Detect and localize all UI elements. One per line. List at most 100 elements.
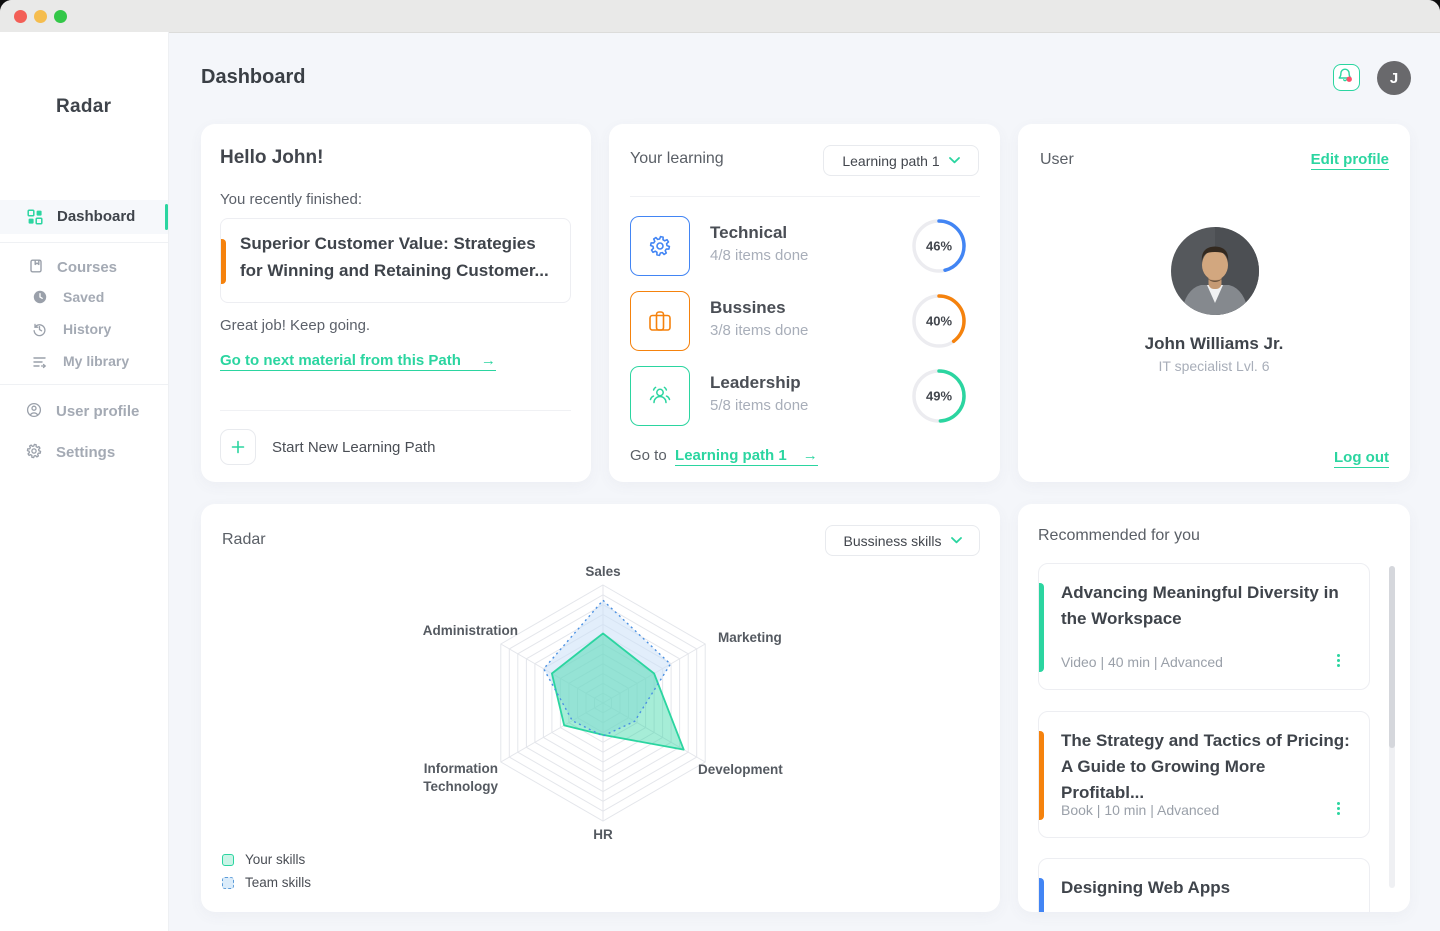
- recommended-item[interactable]: Advancing Meaningful Diversity in the Wo…: [1038, 563, 1370, 690]
- edit-profile-link[interactable]: Edit profile: [1311, 151, 1389, 170]
- avatar[interactable]: J: [1377, 61, 1411, 95]
- sidebar-item-label: User profile: [56, 403, 139, 420]
- recommended-item[interactable]: Designing Web Apps: [1038, 858, 1370, 912]
- sidebar-item-saved[interactable]: Saved: [0, 284, 168, 318]
- svg-text:Sales: Sales: [585, 564, 620, 579]
- recommended-item-title: The Strategy and Tactics of Pricing: A G…: [1061, 728, 1353, 806]
- encouragement-text: Great job! Keep going.: [220, 317, 370, 334]
- sidebar-item-label: Saved: [63, 289, 104, 305]
- recent-course-title: Superior Customer Value: Strategies for …: [240, 230, 552, 284]
- sidebar-item-label: Courses: [57, 259, 117, 276]
- goto-path-link[interactable]: Learning path 1 →: [675, 447, 818, 466]
- sidebar-divider: [0, 384, 168, 385]
- recommended-card-title: Recommended for you: [1038, 527, 1200, 545]
- technical-icon-box: [630, 216, 690, 276]
- notification-badge: [1347, 77, 1352, 82]
- item-accent-bar: [1039, 583, 1044, 672]
- next-material-link-row: Go to next material from this Path→: [220, 352, 496, 369]
- learning-path-dropdown[interactable]: Learning path 1: [823, 145, 979, 176]
- people-icon: [641, 377, 679, 415]
- clock-icon: [33, 290, 47, 304]
- sidebar-item-my-library[interactable]: My library: [0, 348, 168, 382]
- item-menu-button[interactable]: [1333, 800, 1343, 818]
- grid-icon: [27, 209, 43, 225]
- plus-icon: [231, 440, 245, 454]
- next-material-link[interactable]: Go to next material from this Path→: [220, 352, 496, 371]
- svg-text:HR: HR: [593, 827, 613, 842]
- recommended-item-title: Advancing Meaningful Diversity in the Wo…: [1061, 580, 1353, 632]
- book-icon: [28, 258, 44, 274]
- greeting-subtitle: You recently finished:: [220, 191, 362, 208]
- scrollbar-thumb[interactable]: [1389, 566, 1395, 748]
- sidebar-item-history[interactable]: History: [0, 316, 168, 350]
- recommended-card: Recommended for you Advancing Meaningful…: [1018, 504, 1410, 912]
- progress-ring: 49%: [911, 368, 967, 424]
- radar-card: Radar Bussiness skills Sales Marketing Dev…: [201, 504, 1000, 912]
- recent-course-card[interactable]: Superior Customer Value: Strategies for …: [220, 218, 571, 303]
- card-divider: [220, 410, 571, 411]
- chart-legend: Your skills Team skills: [222, 852, 311, 898]
- svg-text:Administration: Administration: [423, 623, 518, 638]
- svg-text:46%: 46%: [926, 239, 952, 254]
- sidebar: Radar Dashboard Courses: [0, 32, 169, 931]
- recommended-item-meta: Video | 40 min | Advanced: [1061, 654, 1223, 670]
- learning-item-technical[interactable]: Technical 4/8 items done 46%: [630, 216, 979, 276]
- leadership-icon-box: [630, 366, 690, 426]
- your-skills-swatch: [222, 854, 234, 866]
- start-new-path-label: Start New Learning Path: [272, 439, 435, 456]
- progress-ring: 40%: [911, 293, 967, 349]
- sidebar-item-user-profile[interactable]: User profile: [0, 396, 168, 430]
- learning-item-progress: 4/8 items done: [710, 247, 808, 264]
- learning-item-progress: 5/8 items done: [710, 397, 808, 414]
- sidebar-item-label: My library: [63, 353, 129, 369]
- learning-item-bussines[interactable]: Bussines 3/8 items done 40%: [630, 291, 979, 351]
- gear-icon: [641, 227, 679, 265]
- svg-text:Development: Development: [698, 762, 783, 777]
- learning-path-dropdown-value: Learning path 1: [842, 153, 939, 169]
- user-card-title: User: [1040, 151, 1074, 169]
- notifications-button[interactable]: [1333, 64, 1360, 91]
- svg-text:49%: 49%: [926, 389, 952, 404]
- gear-icon: [26, 443, 42, 459]
- greeting-title: Hello John!: [220, 147, 323, 169]
- sidebar-item-courses[interactable]: Courses: [0, 252, 168, 286]
- recommended-item-meta: Book | 10 min | Advanced: [1061, 802, 1219, 818]
- user-icon: [26, 402, 42, 418]
- sidebar-item-settings[interactable]: Settings: [0, 437, 168, 471]
- svg-text:InformationTechnology: InformationTechnology: [423, 761, 498, 794]
- app-logo: Radar: [56, 96, 111, 118]
- close-window-button[interactable]: [14, 10, 27, 23]
- legend-label: Your skills: [245, 852, 305, 867]
- item-accent-bar: [1039, 878, 1044, 912]
- sidebar-item-label: Settings: [56, 444, 115, 461]
- goto-path-link-label: Learning path 1: [675, 447, 787, 464]
- arrow-right-icon: →: [803, 447, 818, 464]
- profile-photo: [1171, 227, 1259, 315]
- radar-chart: Sales Marketing Development HR InformationTe…: [201, 554, 1000, 864]
- skills-dropdown[interactable]: Bussiness skills: [825, 525, 980, 556]
- app-window: Radar Dashboard Courses: [0, 0, 1440, 931]
- page-title: Dashboard: [201, 66, 305, 89]
- goto-prefix: Go to: [630, 447, 667, 464]
- maximize-window-button[interactable]: [54, 10, 67, 23]
- chevron-down-icon: [949, 157, 960, 164]
- minimize-window-button[interactable]: [34, 10, 47, 23]
- logout-link[interactable]: Log out: [1334, 449, 1389, 468]
- sidebar-item-label: History: [63, 321, 111, 337]
- recommended-item[interactable]: The Strategy and Tactics of Pricing: A G…: [1038, 711, 1370, 838]
- sidebar-item-label: Dashboard: [57, 208, 135, 225]
- history-icon: [32, 322, 47, 337]
- legend-label: Team skills: [245, 875, 311, 890]
- item-menu-button[interactable]: [1333, 652, 1343, 670]
- greeting-card: Hello John! You recently finished: Super…: [201, 124, 591, 482]
- item-accent-bar: [1039, 731, 1044, 820]
- user-role: IT specialist Lvl. 6: [1018, 358, 1410, 374]
- radar-card-title: Radar: [222, 531, 266, 549]
- start-new-path-button[interactable]: [220, 429, 256, 465]
- learning-item-leadership[interactable]: Leadership 5/8 items done 49%: [630, 366, 979, 426]
- svg-text:Marketing: Marketing: [718, 630, 782, 645]
- learning-item-name: Leadership: [710, 373, 801, 393]
- sidebar-item-dashboard[interactable]: Dashboard: [0, 200, 168, 234]
- sidebar-divider: [0, 242, 168, 243]
- list-icon: [32, 355, 47, 369]
